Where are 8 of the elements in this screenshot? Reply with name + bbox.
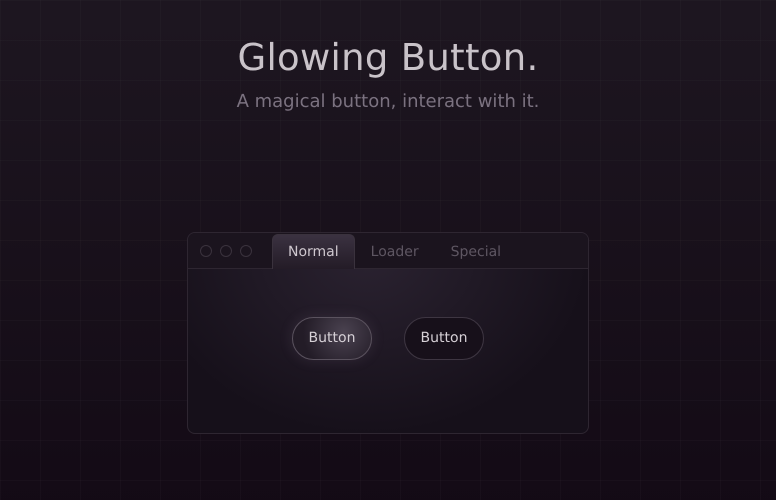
window-dot-icon [220,245,232,257]
tab[interactable]: Normal [272,234,355,269]
page-subtitle: A magical button, interact with it. [236,91,540,112]
glowing-button[interactable]: Button [292,316,372,360]
glowing-button[interactable]: Button [404,316,484,360]
window-dot-icon [240,245,252,257]
window-dot-icon [200,245,212,257]
page-title: Glowing Button. [237,36,539,79]
